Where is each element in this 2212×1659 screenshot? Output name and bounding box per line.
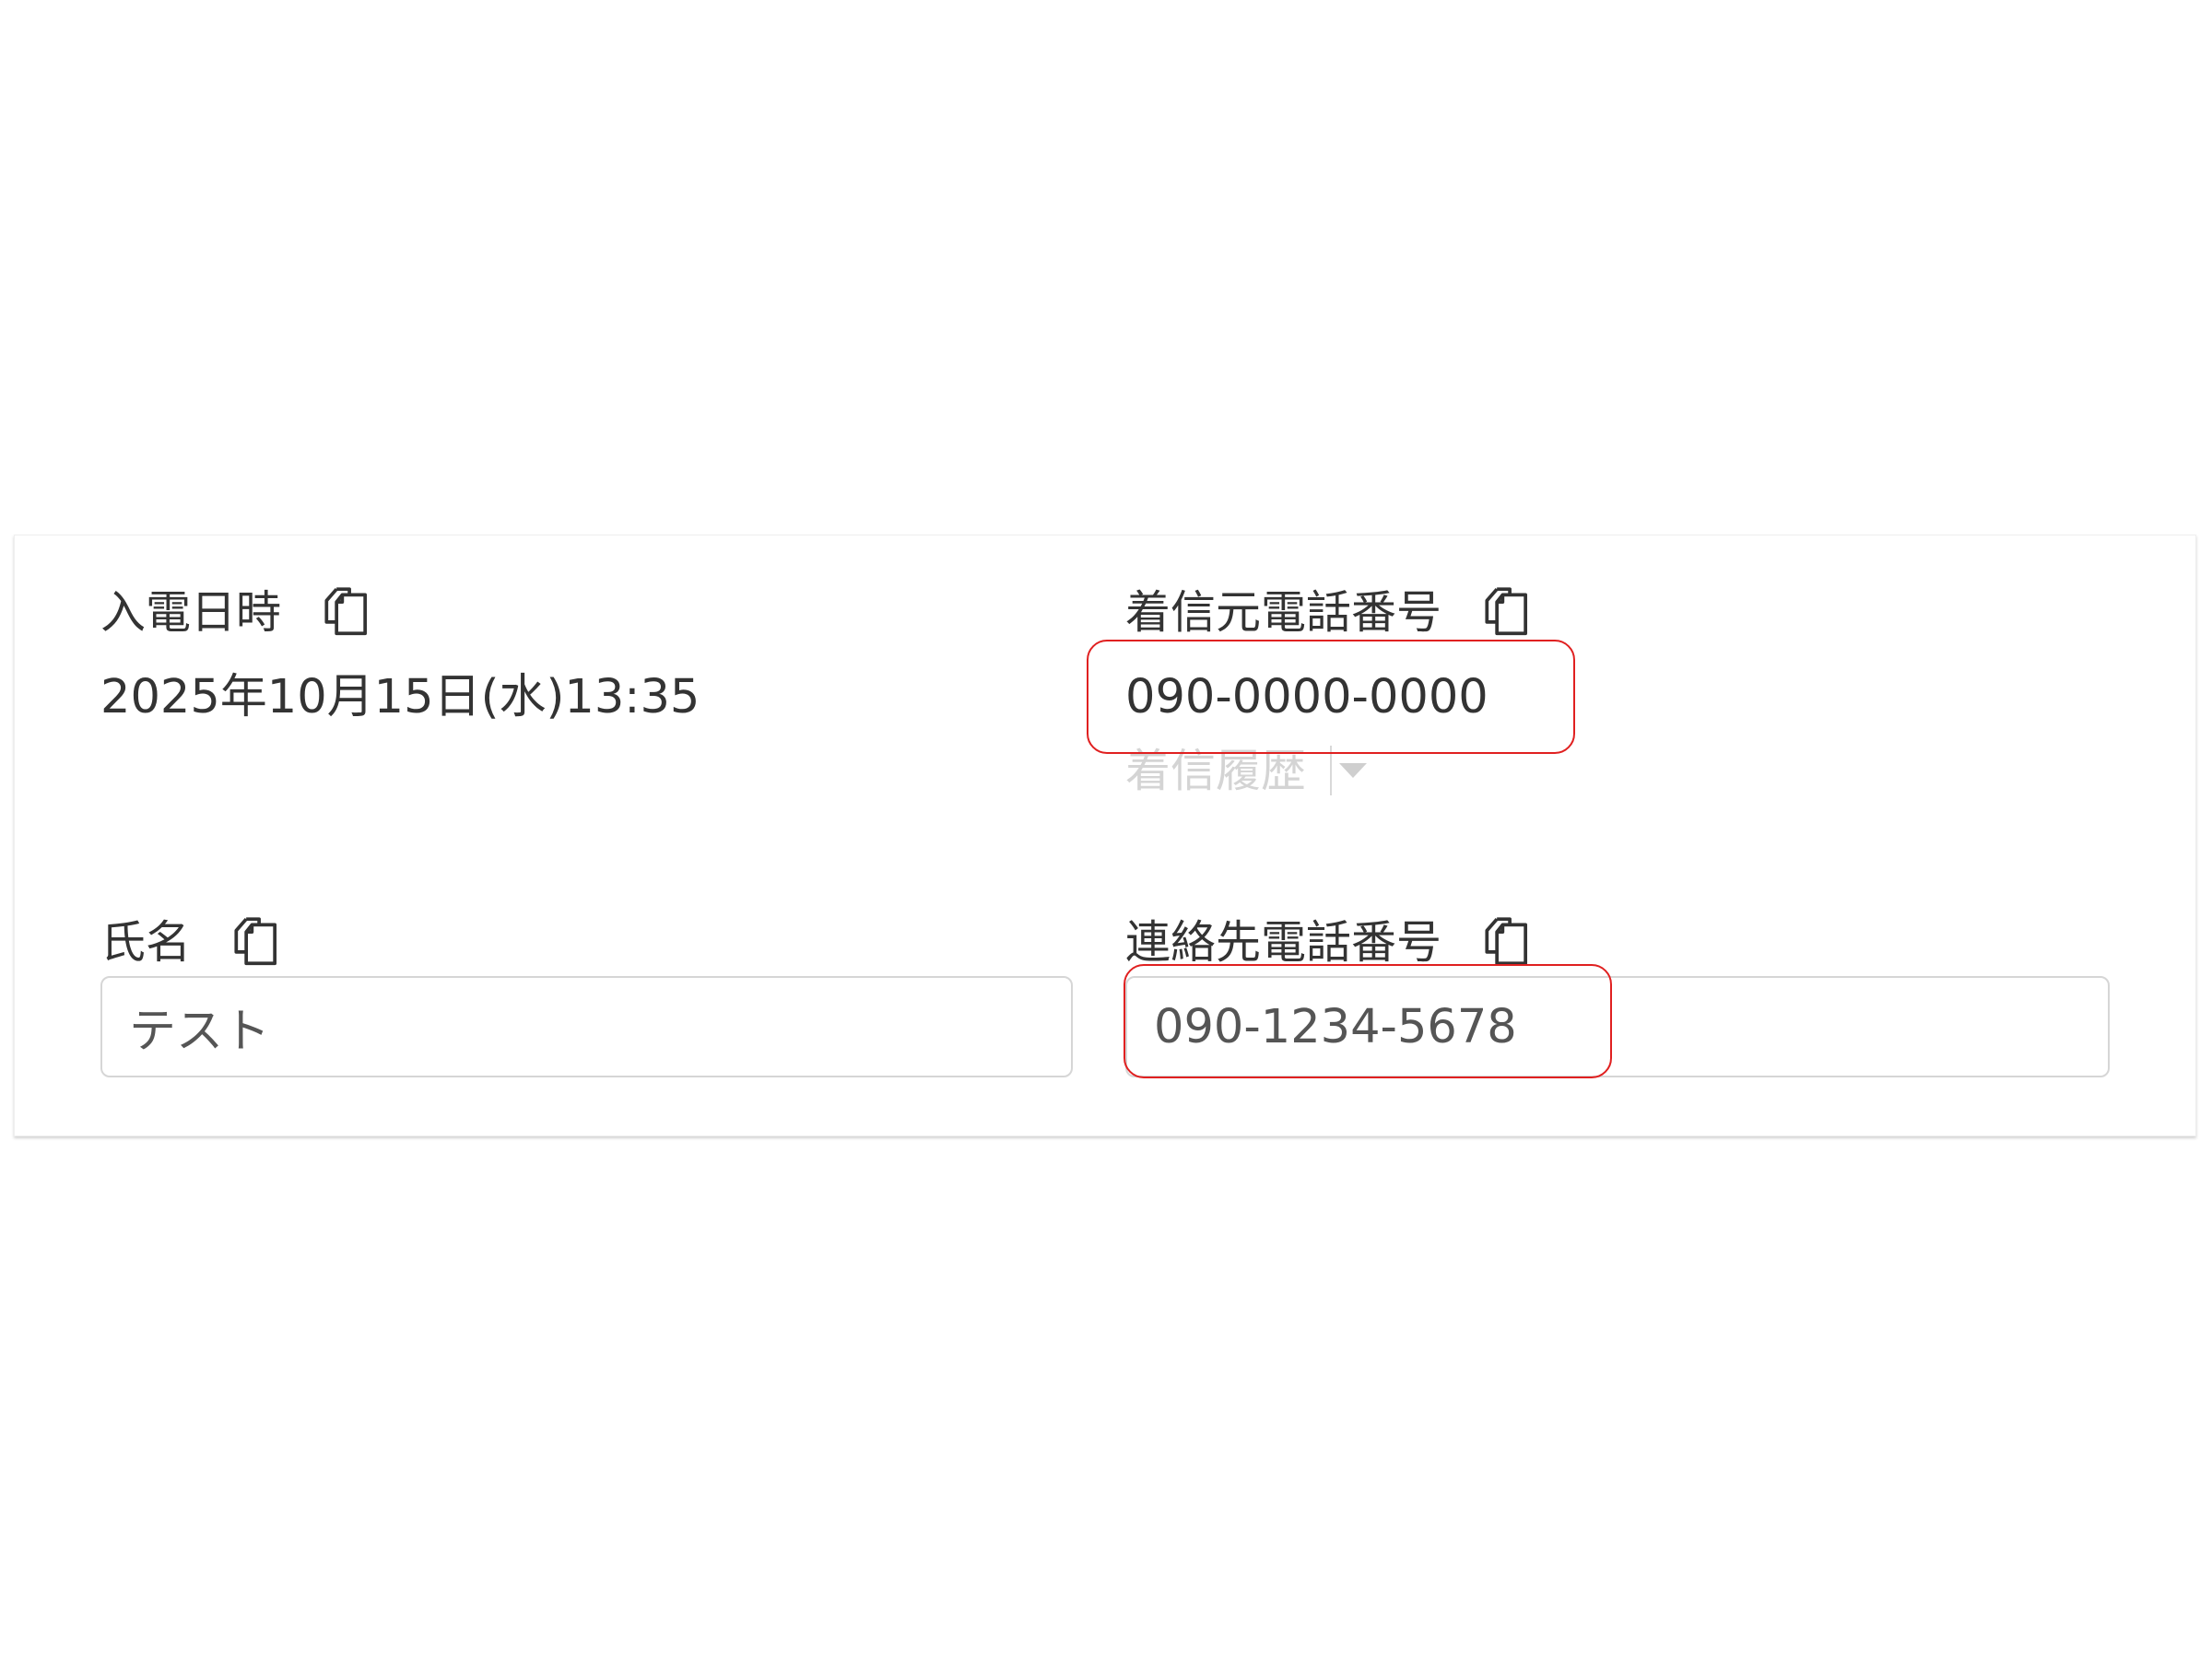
copy-icon[interactable] <box>318 583 375 641</box>
name-label-row: 氏名 <box>100 913 285 971</box>
contact-phone-input[interactable]: 090-1234-5678 <box>1125 976 2110 1077</box>
name-input-value: テスト <box>129 1005 271 1059</box>
incoming-phone-label-row: 着信元電話番号 <box>1125 583 1535 641</box>
incoming-phone-value: 090-0000-0000 <box>1125 670 1488 724</box>
contact-phone-input-value: 090-1234-5678 <box>1154 999 1517 1054</box>
call-datetime-value: 2025年10月15日(水)13:35 <box>100 670 700 724</box>
call-history-label: 着信履歴 <box>1125 744 1307 797</box>
name-label: 氏名 <box>100 915 192 969</box>
call-datetime-label: 入電日時 <box>100 585 282 639</box>
copy-icon[interactable] <box>1478 583 1535 641</box>
copy-icon[interactable] <box>1478 913 1535 971</box>
contact-phone-label-row: 連絡先電話番号 <box>1125 913 1535 971</box>
screen: 入電日時 2025年10月15日(水)13:35 着信元電話番号 090-000… <box>0 0 2212 1659</box>
caret-down-icon <box>1339 763 1368 778</box>
history-divider <box>1330 746 1333 795</box>
call-history-dropdown[interactable]: 着信履歴 <box>1125 744 1368 797</box>
copy-icon[interactable] <box>228 913 285 971</box>
contact-phone-label: 連絡先電話番号 <box>1125 915 1442 969</box>
incoming-phone-label: 着信元電話番号 <box>1125 585 1442 639</box>
call-info-panel: 入電日時 2025年10月15日(水)13:35 着信元電話番号 090-000… <box>14 535 2196 1136</box>
call-datetime-label-row: 入電日時 <box>100 583 375 641</box>
name-input[interactable]: テスト <box>100 976 1073 1077</box>
